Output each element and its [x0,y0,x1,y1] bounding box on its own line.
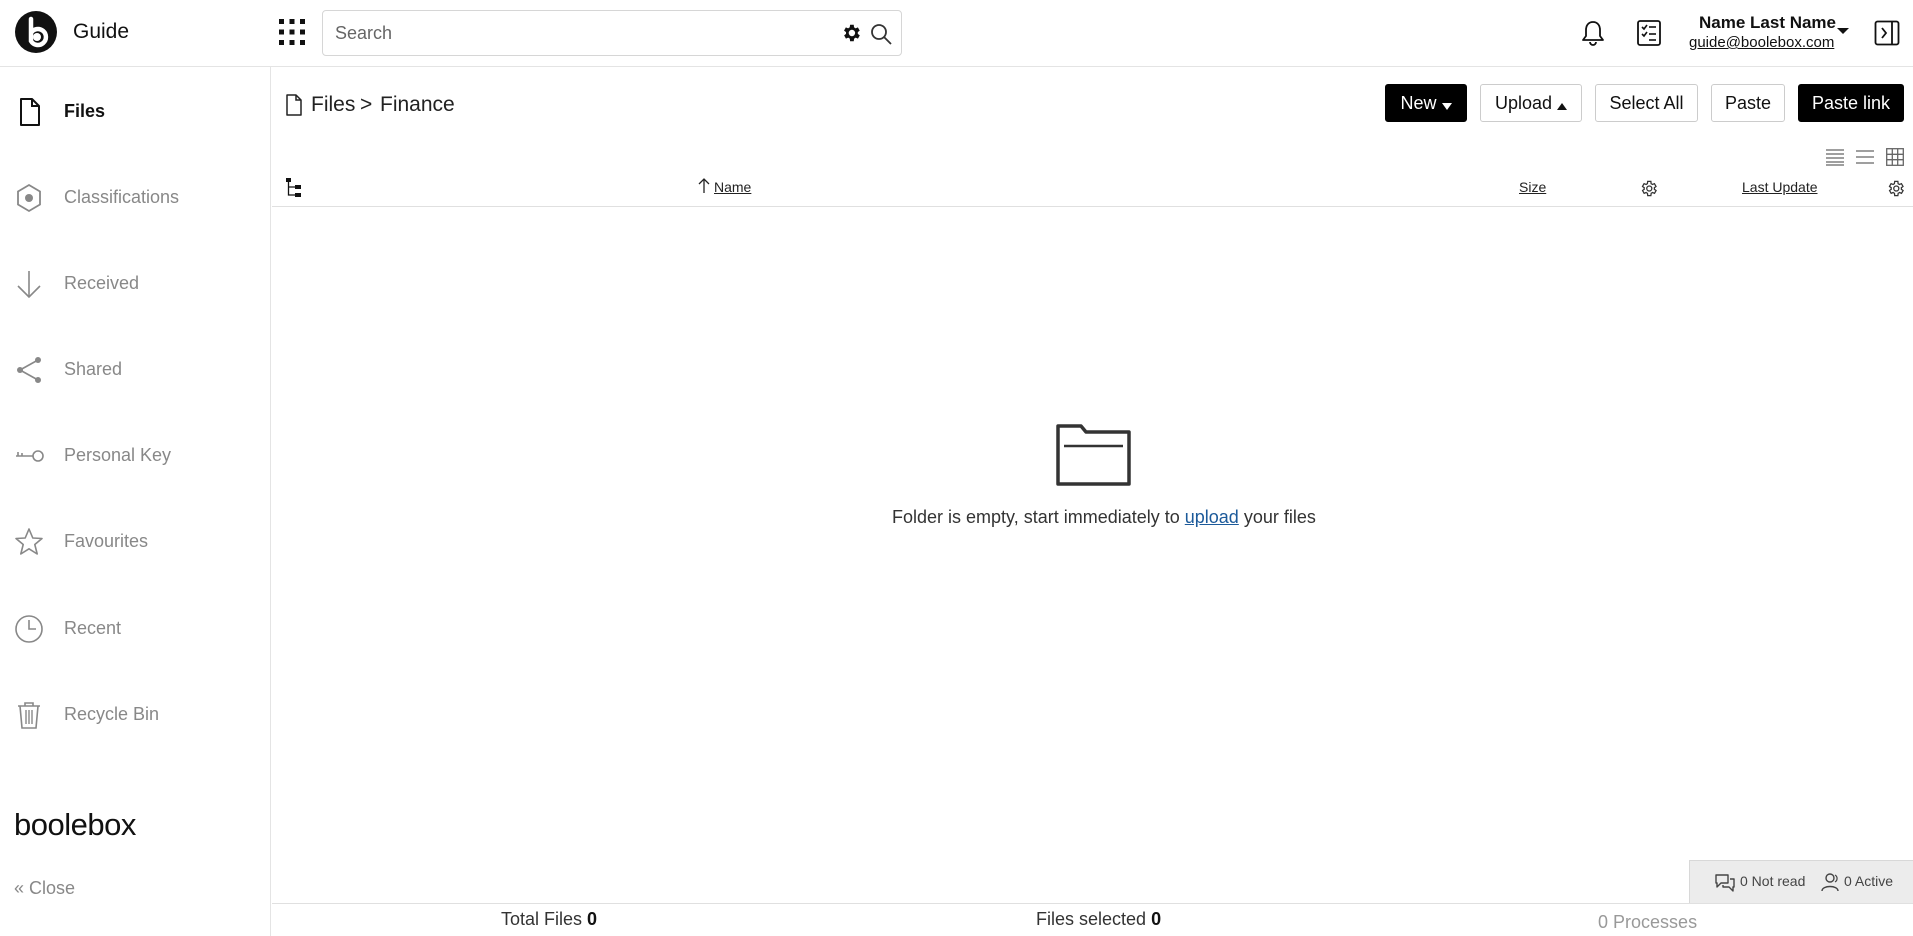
task-list-icon[interactable] [1636,19,1662,52]
new-button-label: New [1400,93,1437,113]
notifications-bell-icon[interactable] [1580,19,1606,52]
upload-link[interactable]: upload [1185,507,1239,527]
paste-button[interactable]: Paste [1711,84,1785,122]
sidebar-item-classifications[interactable]: Classifications [0,167,270,227]
sidebar-item-shared[interactable]: Shared [0,339,270,399]
not-read-count: 0 Not read [1740,873,1806,889]
processes[interactable]: 0 Processes [1598,912,1697,933]
files-selected-value: 0 [1151,909,1162,929]
sidebar-item-personal-key[interactable]: Personal Key [0,425,270,485]
sidebar-item-label: Shared [64,359,123,379]
sidebar: Files Classifications Received Shared Pe… [0,67,271,936]
total-files-value: 0 [587,909,598,929]
clock-icon [14,614,44,644]
chat-bubbles-icon [1714,873,1736,898]
sidebar-item-label: Favourites [64,531,149,551]
double-chevron-left-icon: « [14,878,25,898]
files-selected-label: Files selected [1036,909,1147,929]
sidebar-item-recent[interactable]: Recent [0,598,270,658]
empty-message-text-end: your files [1238,507,1316,527]
file-icon [285,94,303,122]
top-bar: Guide Search Name Last Name guide@booleb… [0,0,1913,67]
sort-ascending-arrow-icon[interactable] [698,177,710,198]
trash-icon [14,700,44,730]
sidebar-item-label: Files [64,101,106,121]
breadcrumb-separator: > [360,93,373,116]
search-settings-gear-icon[interactable] [840,22,862,49]
column-header-name[interactable]: Name [714,179,751,195]
tree-view-icon[interactable] [286,178,304,203]
files-selected: Files selected 0 [1036,909,1161,930]
sidebar-item-label: Received [64,273,140,293]
caret-up-icon [1557,86,1568,122]
upload-button[interactable]: Upload [1480,84,1582,122]
total-files: Total Files 0 [501,909,597,930]
hexagon-icon [14,183,44,213]
star-icon [14,527,44,557]
empty-message-text: Folder is empty, start immediately to [892,507,1185,527]
breadcrumb-current-folder: Finance [380,93,455,116]
search-input[interactable] [335,21,815,45]
select-all-button[interactable]: Select All [1595,84,1698,122]
sidebar-item-label: Recycle Bin [64,704,160,724]
panel-toggle-icon[interactable] [1874,20,1900,51]
close-label: Close [29,878,76,898]
grid-view-icon[interactable] [1886,148,1904,171]
sidebar-item-label: Recent [64,618,122,638]
sidebar-item-recycle-bin[interactable]: Recycle Bin [0,684,270,744]
column-header-last-update[interactable]: Last Update [1742,179,1818,195]
status-footer: Total Files 0 Files selected 0 0 Process… [272,903,1913,936]
upload-button-label: Upload [1494,93,1553,113]
caret-down-icon [1441,86,1452,122]
user-name[interactable]: Name Last Name [1699,13,1836,33]
sidebar-item-label: Personal Key [64,445,172,465]
boolebox-brand-logo: boolebox [14,807,136,842]
new-button[interactable]: New [1385,84,1467,122]
sidebar-close-button[interactable]: « Close [14,878,75,899]
active-count: 0 Active [1844,873,1894,889]
empty-folder-message: Folder is empty, start immediately to up… [892,507,1316,528]
empty-folder-icon [1055,422,1133,493]
sidebar-item-received[interactable]: Received [0,253,270,313]
list-view-icon[interactable] [1856,148,1874,171]
share-icon [14,355,44,385]
breadcrumb-files[interactable]: Files [311,93,355,117]
arrow-down-icon [14,269,44,299]
search-icon[interactable] [869,22,893,51]
key-icon [14,441,44,471]
compact-list-view-icon[interactable] [1826,148,1844,171]
size-column-settings-gear-icon[interactable] [1639,179,1658,203]
sidebar-item-favourites[interactable]: Favourites [0,511,270,571]
chat-status-panel[interactable]: 0 Not read 0 Active [1689,860,1913,904]
table-settings-gear-icon[interactable] [1886,179,1905,203]
user-email[interactable]: guide@boolebox.com [1689,34,1834,51]
user-menu-caret-icon[interactable] [1836,23,1850,41]
processes-label: Processes [1613,912,1698,932]
sidebar-item-files[interactable]: Files [0,81,270,141]
sidebar-item-label: Classifications [64,187,180,207]
search-box [322,10,902,56]
file-table-header: Name Size Last Update [272,172,1913,207]
processes-count: 0 [1598,912,1609,932]
apps-grid-icon[interactable] [278,18,306,46]
paste-link-button[interactable]: Paste link [1798,84,1904,122]
file-icon [14,97,44,127]
column-header-size[interactable]: Size [1519,179,1546,195]
boolebox-logo-icon[interactable] [15,11,57,53]
users-icon [1819,872,1843,897]
total-files-label: Total Files [501,909,583,929]
app-title: Guide [73,20,130,43]
